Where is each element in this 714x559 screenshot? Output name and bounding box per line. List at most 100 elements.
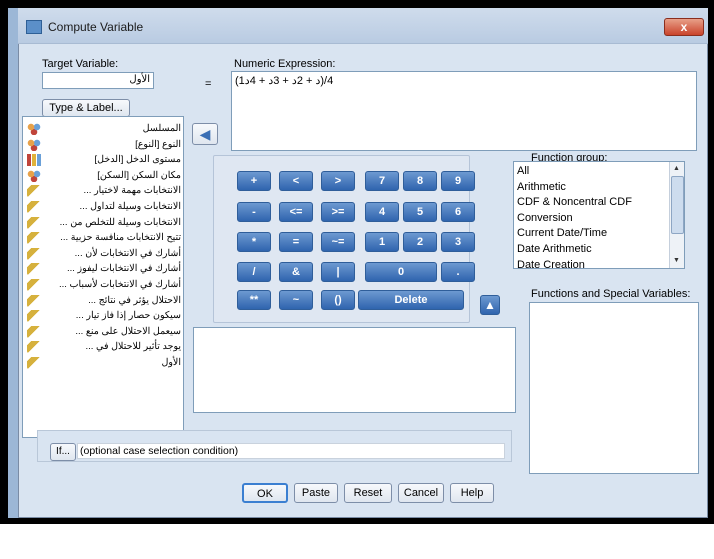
variable-item[interactable]: أشارك في الانتخابات ليفوز ... [25, 261, 181, 277]
keypad-key[interactable]: - [237, 202, 271, 222]
variable-item[interactable]: سيعمل الاحتلال على منع ... [25, 324, 181, 340]
function-group-item[interactable]: Current Date/Time [517, 225, 607, 241]
variable-name: الانتخابات وسيلة لتداول ... [79, 201, 181, 212]
variable-name: مكان السكن [السكن] [97, 169, 181, 181]
function-group-item[interactable]: Arithmetic [517, 179, 566, 195]
variable-item[interactable]: مستوى الدخل [الدخل] [25, 152, 181, 168]
variable-name: سيعمل الاحتلال على منع ... [75, 325, 181, 337]
variable-name: أشارك في الانتخابات لأن ... [74, 247, 181, 259]
keypad-key[interactable]: ** [237, 290, 271, 310]
variable-item[interactable]: الانتخابات وسيلة لتداول ... [25, 199, 181, 215]
equals-sign: = [205, 78, 212, 90]
function-description-box [193, 327, 516, 413]
keypad-key[interactable]: 9 [441, 171, 475, 191]
numeric-expression-value: (1د + 2د + 3د + 4د)/4 [235, 75, 334, 87]
functions-list[interactable] [529, 302, 699, 474]
function-group-scrollbar[interactable]: ▲ ▼ [669, 162, 684, 268]
keypad-key[interactable]: 8 [403, 171, 437, 191]
variable-item[interactable]: الاحتلال يؤثر في نتائج ... [25, 293, 181, 309]
scale-variable-icon [27, 279, 41, 291]
variable-item[interactable]: المسلسل [25, 121, 181, 137]
variable-item[interactable]: أشارك في الانتخابات لأسباب ... [25, 277, 181, 293]
scale-variable-icon [27, 232, 41, 245]
title-bar[interactable]: Compute Variable x [18, 8, 708, 44]
scale-variable-icon [27, 310, 41, 323]
type-label-button[interactable]: Type & Label... [42, 99, 130, 117]
keypad-key[interactable]: & [279, 262, 313, 282]
variable-name: المسلسل [142, 123, 181, 134]
nominal-variable-icon [27, 169, 41, 182]
keypad-key[interactable]: 1 [365, 232, 399, 252]
variable-name: مستوى الدخل [الدخل] [94, 154, 181, 166]
keypad-key[interactable]: 3 [441, 232, 475, 252]
numeric-expression-label: Numeric Expression: [234, 58, 336, 70]
keypad-key[interactable]: 0 [365, 262, 437, 282]
keypad-key[interactable]: / [237, 262, 271, 282]
nominal-variable-icon [27, 123, 41, 135]
function-group-item[interactable]: All [517, 163, 529, 179]
variable-name: الأول [161, 357, 181, 368]
close-button[interactable]: x [664, 18, 704, 36]
keypad-key[interactable]: . [441, 262, 475, 282]
ok-button[interactable]: OK [242, 483, 288, 503]
paste-button[interactable]: Paste [294, 483, 338, 503]
scroll-thumb[interactable] [671, 176, 684, 234]
scroll-up-icon[interactable]: ▲ [671, 163, 682, 174]
keypad-key[interactable]: 5 [403, 202, 437, 222]
insert-function-arrow-icon[interactable]: ▲ [480, 295, 500, 315]
function-group-item[interactable]: Date Arithmetic [517, 241, 592, 257]
keypad-key[interactable]: + [237, 171, 271, 191]
variable-name: الانتخابات مهمة لاختيار ... [83, 185, 181, 197]
keypad-key[interactable]: 2 [403, 232, 437, 252]
scale-variable-icon [27, 216, 41, 229]
variable-item[interactable]: مكان السكن [السكن] [25, 168, 181, 184]
variable-item[interactable]: تتيح الانتخابات منافسة حزبية ... [25, 230, 181, 246]
variable-item[interactable]: يوجد تأثير للاحتلال في ... [25, 339, 181, 355]
nominal-variable-icon [27, 138, 41, 151]
variable-name: سيكون حصار إذا فاز تيار ... [75, 310, 181, 322]
keypad-key[interactable]: 4 [365, 202, 399, 222]
function-group-item[interactable]: Date Creation [517, 257, 585, 268]
keypad-key[interactable]: 7 [365, 171, 399, 191]
numeric-expression-input[interactable]: (1د + 2د + 3د + 4د)/4 [231, 71, 697, 151]
keypad-key[interactable]: * [237, 232, 271, 252]
scale-variable-icon [27, 325, 41, 338]
variable-item[interactable]: النوع [النوع] [25, 137, 181, 153]
if-button[interactable]: If... [50, 443, 76, 461]
window-title: Compute Variable [48, 20, 144, 34]
cancel-button[interactable]: Cancel [398, 483, 444, 503]
function-group-item[interactable]: Conversion [517, 210, 573, 226]
keypad-key[interactable]: >= [321, 202, 355, 222]
scale-variable-icon [27, 201, 41, 213]
variable-name: النوع [النوع] [135, 138, 181, 150]
keypad-key[interactable]: ~ [279, 290, 313, 310]
target-variable-label: Target Variable: [42, 58, 119, 70]
keypad-key[interactable]: > [321, 171, 355, 191]
target-variable-input[interactable]: الأول [42, 72, 154, 89]
variable-item[interactable]: سيكون حصار إذا فاز تيار ... [25, 308, 181, 324]
function-group-list[interactable]: ▲ ▼ All Arithmetic CDF & Noncentral CDF Con… [513, 161, 685, 269]
app-icon [26, 20, 42, 34]
move-variable-arrow-icon[interactable]: ◀ [192, 123, 218, 145]
variable-item[interactable]: الانتخابات مهمة لاختيار ... [25, 183, 181, 199]
keypad-key[interactable]: = [279, 232, 313, 252]
scale-variable-icon [27, 357, 41, 369]
reset-button[interactable]: Reset [344, 483, 392, 503]
keypad-key[interactable]: ~= [321, 232, 355, 252]
functions-label: Functions and Special Variables: [531, 288, 691, 300]
variable-item[interactable]: أشارك في الانتخابات لأن ... [25, 246, 181, 262]
variable-item[interactable]: الانتخابات وسيلة للتخلص من ... [25, 215, 181, 231]
variable-item[interactable]: الأول [25, 355, 181, 371]
scroll-down-icon[interactable]: ▼ [671, 255, 682, 266]
keypad-key[interactable]: | [321, 262, 355, 282]
function-group-item[interactable]: CDF & Noncentral CDF [517, 194, 632, 210]
keypad-key[interactable]: <= [279, 202, 313, 222]
scale-variable-icon [27, 341, 41, 354]
keypad-key[interactable]: () [321, 290, 355, 310]
background-app-strip [8, 8, 18, 518]
keypad-key[interactable]: < [279, 171, 313, 191]
keypad-key[interactable]: Delete [358, 290, 464, 310]
variable-list[interactable]: المسلسل النوع [النوع] مستوى الدخل [الدخل] م… [22, 116, 184, 438]
help-button[interactable]: Help [450, 483, 494, 503]
keypad-key[interactable]: 6 [441, 202, 475, 222]
